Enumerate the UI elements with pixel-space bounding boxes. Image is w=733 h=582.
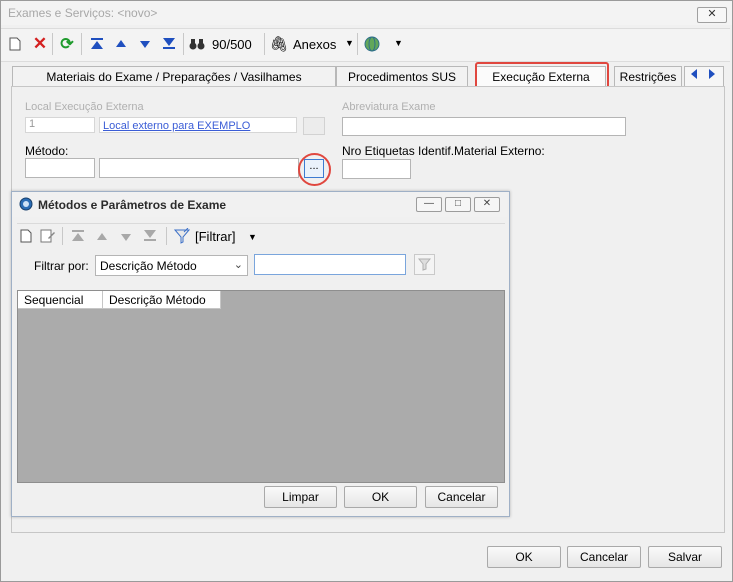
maximize-button[interactable]: □ <box>445 197 471 212</box>
tab-materiais[interactable]: Materiais do Exame / Preparações / Vasil… <box>12 66 336 87</box>
abreviatura-field[interactable] <box>342 117 626 136</box>
local-desc-field[interactable]: Local externo para EXEMPLO <box>99 117 297 133</box>
minimize-button[interactable]: — <box>416 197 442 212</box>
new-icon[interactable] <box>20 229 32 246</box>
save-button[interactable]: Salvar <box>648 546 722 568</box>
first-record-icon[interactable] <box>71 230 85 245</box>
toolbar-separator <box>357 33 358 55</box>
record-counter: 90/500 <box>212 37 252 52</box>
dialog-title: Métodos e Parâmetros de Exame <box>38 198 227 212</box>
binoculars-icon[interactable] <box>188 35 206 53</box>
toolbar-separator <box>183 33 184 55</box>
metodo-lookup-button[interactable]: ... <box>304 159 324 178</box>
filter-by-label: Filtrar por: <box>34 259 89 273</box>
paperclip-icon[interactable]: 🖇 <box>269 35 288 53</box>
new-icon[interactable] <box>6 35 24 53</box>
local-code-field[interactable]: 1 <box>25 117 95 133</box>
previous-record-icon[interactable] <box>112 35 130 53</box>
close-button[interactable]: ✕ <box>697 7 727 23</box>
next-record-icon[interactable] <box>120 231 132 245</box>
tab-restricoes[interactable]: Restrições <box>614 66 682 87</box>
dropdown-arrow-icon[interactable]: ▼ <box>345 38 354 48</box>
delete-icon[interactable]: ✕ <box>31 34 49 53</box>
clear-button[interactable]: Limpar <box>264 486 337 508</box>
chevron-down-icon: ⌄ <box>233 259 243 271</box>
dialog-close-button[interactable]: ✕ <box>474 197 500 212</box>
toolbar-separator <box>81 33 82 55</box>
filter-field-select[interactable]: Descrição Método ⌄ <box>95 255 248 276</box>
metodo-label: Método: <box>25 144 69 158</box>
metodo-desc-field[interactable] <box>99 158 299 178</box>
app-logo-icon <box>19 197 33 214</box>
cancel-button[interactable]: Cancelar <box>567 546 641 568</box>
local-externo-link[interactable]: Local externo para EXEMPLO <box>103 120 250 132</box>
last-record-icon[interactable] <box>143 230 157 245</box>
dialog-toolbar-top-divider <box>17 223 505 224</box>
filter-value-input[interactable] <box>254 254 406 275</box>
ok-button[interactable]: OK <box>487 546 561 568</box>
methods-grid[interactable] <box>17 290 505 483</box>
toolbar-separator <box>62 227 63 245</box>
dialog-ok-button[interactable]: OK <box>344 486 417 508</box>
filter-field-selected: Descrição Método <box>100 259 197 273</box>
tab-procedimentos-sus[interactable]: Procedimentos SUS <box>336 66 468 87</box>
funnel-icon[interactable] <box>173 227 191 247</box>
filter-dropdown-arrow-icon[interactable]: ▼ <box>248 232 257 242</box>
refresh-icon[interactable]: ⟳ <box>58 35 76 53</box>
apply-filter-button[interactable] <box>414 254 435 275</box>
etiquetas-label: Nro Etiquetas Identif.Material Externo: <box>342 144 545 158</box>
toolbar-separator <box>264 33 265 55</box>
tab-scroll-right-icon[interactable] <box>707 68 717 83</box>
column-header-descricao[interactable]: Descrição Método <box>103 291 221 309</box>
first-record-icon[interactable] <box>88 35 106 53</box>
edit-icon[interactable] <box>40 229 56 246</box>
next-record-icon[interactable] <box>136 35 154 53</box>
window-title: Exames e Serviços: <novo> <box>8 6 158 20</box>
dropdown-arrow-icon[interactable]: ▼ <box>394 38 403 48</box>
dialog-cancel-button[interactable]: Cancelar <box>425 486 498 508</box>
abreviatura-label: Abreviatura Exame <box>342 101 436 113</box>
toolbar-separator <box>52 33 53 55</box>
attachments-button[interactable]: Anexos <box>293 37 336 52</box>
last-record-icon[interactable] <box>160 35 178 53</box>
globe-icon[interactable] <box>363 35 381 53</box>
local-lookup-button[interactable] <box>303 117 325 135</box>
toolbar-separator <box>166 227 167 245</box>
filter-button[interactable]: [Filtrar] <box>195 229 235 244</box>
tab-scroll-left-icon[interactable] <box>689 68 699 83</box>
previous-record-icon[interactable] <box>96 231 108 245</box>
local-execucao-label: Local Execução Externa <box>25 101 144 113</box>
column-header-sequencial[interactable]: Sequencial <box>18 291 103 309</box>
etiquetas-field[interactable] <box>342 159 411 179</box>
metodo-code-field[interactable] <box>25 158 95 178</box>
